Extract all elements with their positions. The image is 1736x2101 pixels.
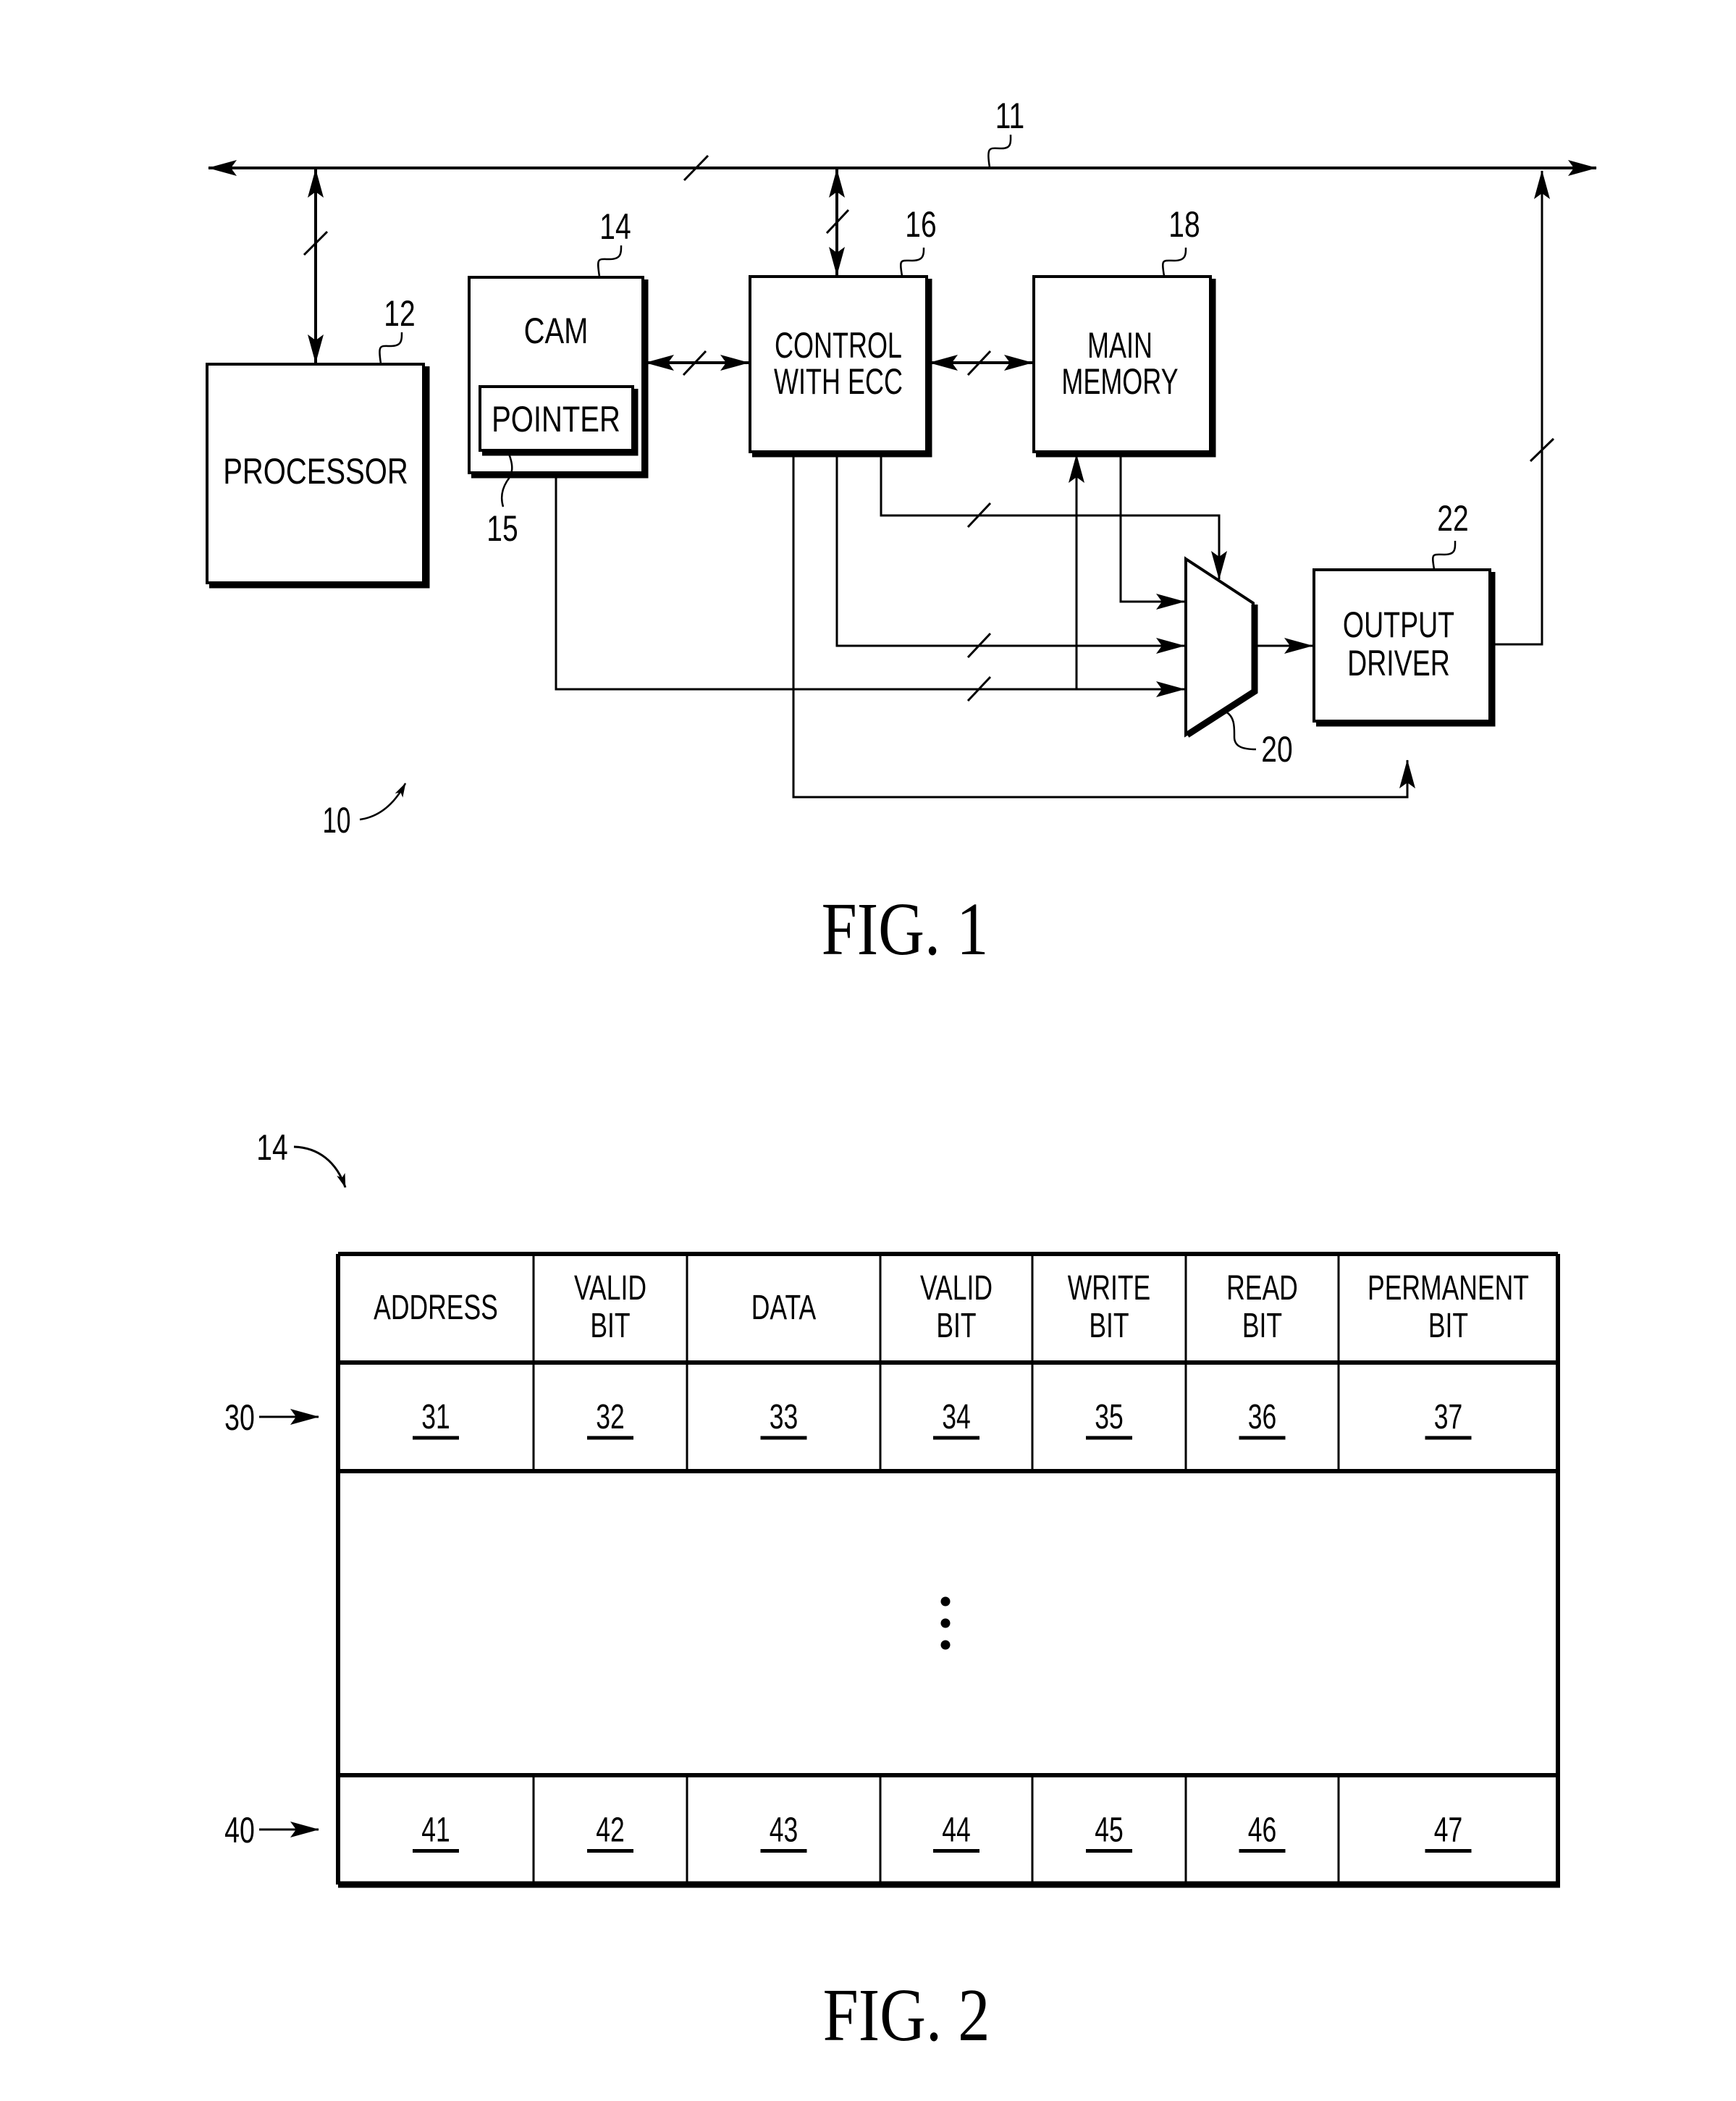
cam-to-mux-input <box>555 476 1185 697</box>
table-cell-ref: 47 <box>1434 1810 1463 1848</box>
table-cell-ref: 42 <box>596 1810 625 1848</box>
main-memory-label-line1: MAIN <box>1087 326 1153 366</box>
cam-ref-leader <box>597 245 623 277</box>
pointer-ref-label: 15 <box>486 508 518 549</box>
table-cell-ref: 33 <box>770 1397 799 1436</box>
control-to-mux-select <box>880 454 1227 580</box>
figure-2: 14 ADDRESSVALIDBIT DATAVALIDBITWRITEBITRE… <box>224 1127 1560 2057</box>
processor-ref-label: 12 <box>384 292 415 334</box>
control-label-line1: CONTROL <box>775 326 902 366</box>
system-ref-label: 10 <box>323 801 351 841</box>
table-cell-ref: 34 <box>942 1397 971 1436</box>
output-driver-to-bus <box>1492 170 1550 646</box>
output-driver-ref-leader <box>1432 540 1457 570</box>
table-cell-ref: 36 <box>1248 1397 1277 1436</box>
table-ref-arrow <box>293 1145 347 1188</box>
output-driver-ref-label: 22 <box>1437 497 1468 539</box>
table-cell-ref: 45 <box>1095 1810 1124 1848</box>
column-header-line1: VALID <box>574 1268 646 1307</box>
bus-ref-label: 11 <box>995 95 1024 136</box>
column-header-line1: VALID <box>920 1268 993 1307</box>
column-header-line2: BIT <box>936 1306 976 1344</box>
column-header: ADDRESS <box>374 1288 498 1326</box>
system-ref-arrow <box>359 783 407 821</box>
table-cell-ref: 31 <box>421 1397 450 1436</box>
processor-label: PROCESSOR <box>223 451 408 492</box>
control-to-mux-input <box>835 454 1185 654</box>
column-header-line1: WRITE <box>1068 1268 1150 1307</box>
bus-ref-leader <box>987 134 1012 168</box>
figure-1-caption: FIG. 1 <box>822 887 989 970</box>
figure-2-caption: FIG. 2 <box>823 1973 990 2056</box>
cam-label: CAM <box>524 311 589 351</box>
ellipsis-dot <box>940 1640 951 1650</box>
row-40-ref-label: 40 <box>224 1811 255 1851</box>
column-header-line1: READ <box>1226 1268 1298 1307</box>
control-ref-leader <box>900 247 925 277</box>
patent-drawing-sheet: 11 PROCESSOR 12 CAM POINTER 14 15 CONTRO… <box>206 95 1597 2057</box>
multiplexer[interactable] <box>1184 556 1255 738</box>
column-header: DATA <box>751 1288 817 1326</box>
ellipsis-dot <box>940 1618 951 1628</box>
main-memory-ref-leader <box>1162 247 1187 277</box>
main-memory-ref-label: 18 <box>1168 203 1200 245</box>
table-cell-ref: 41 <box>421 1810 450 1848</box>
table-cell-ref: 37 <box>1434 1397 1463 1436</box>
control-ref-label: 16 <box>905 203 936 245</box>
column-header-line2: BIT <box>1428 1306 1468 1344</box>
main-memory-label-line2: MEMORY <box>1061 362 1178 402</box>
mux-ref-leader <box>1225 710 1257 751</box>
table-cell-ref: 44 <box>942 1810 971 1848</box>
table-cell-ref: 46 <box>1248 1810 1277 1848</box>
table-ref-label: 14 <box>256 1127 287 1168</box>
ellipsis-dot <box>940 1596 951 1607</box>
column-header-line2: BIT <box>590 1306 630 1344</box>
cam-ref-label: 14 <box>599 206 631 247</box>
table-cell-ref: 32 <box>596 1397 625 1436</box>
table-cell-ref: 35 <box>1095 1397 1124 1436</box>
pointer-label: POINTER <box>492 399 620 439</box>
processor-ref-leader <box>379 332 403 364</box>
mux-ref-label: 20 <box>1261 728 1292 770</box>
column-header-line2: BIT <box>1242 1306 1282 1344</box>
output-driver-label-line1: OUTPUT <box>1343 605 1454 645</box>
figure-1: 11 PROCESSOR 12 CAM POINTER 14 15 CONTRO… <box>206 95 1597 971</box>
column-header-line1: PERMANENT <box>1368 1268 1529 1307</box>
control-label-line2: WITH ECC <box>774 362 903 402</box>
cam-entry-table: ADDRESSVALIDBIT DATAVALIDBITWRITEBITREADB… <box>336 1252 1560 1888</box>
column-header-line2: BIT <box>1089 1306 1129 1344</box>
row-30-ref-label: 30 <box>224 1398 255 1438</box>
output-driver-label-line2: DRIVER <box>1347 644 1450 683</box>
table-cell-ref: 43 <box>770 1810 799 1848</box>
memory-to-mux-input <box>1119 454 1185 610</box>
